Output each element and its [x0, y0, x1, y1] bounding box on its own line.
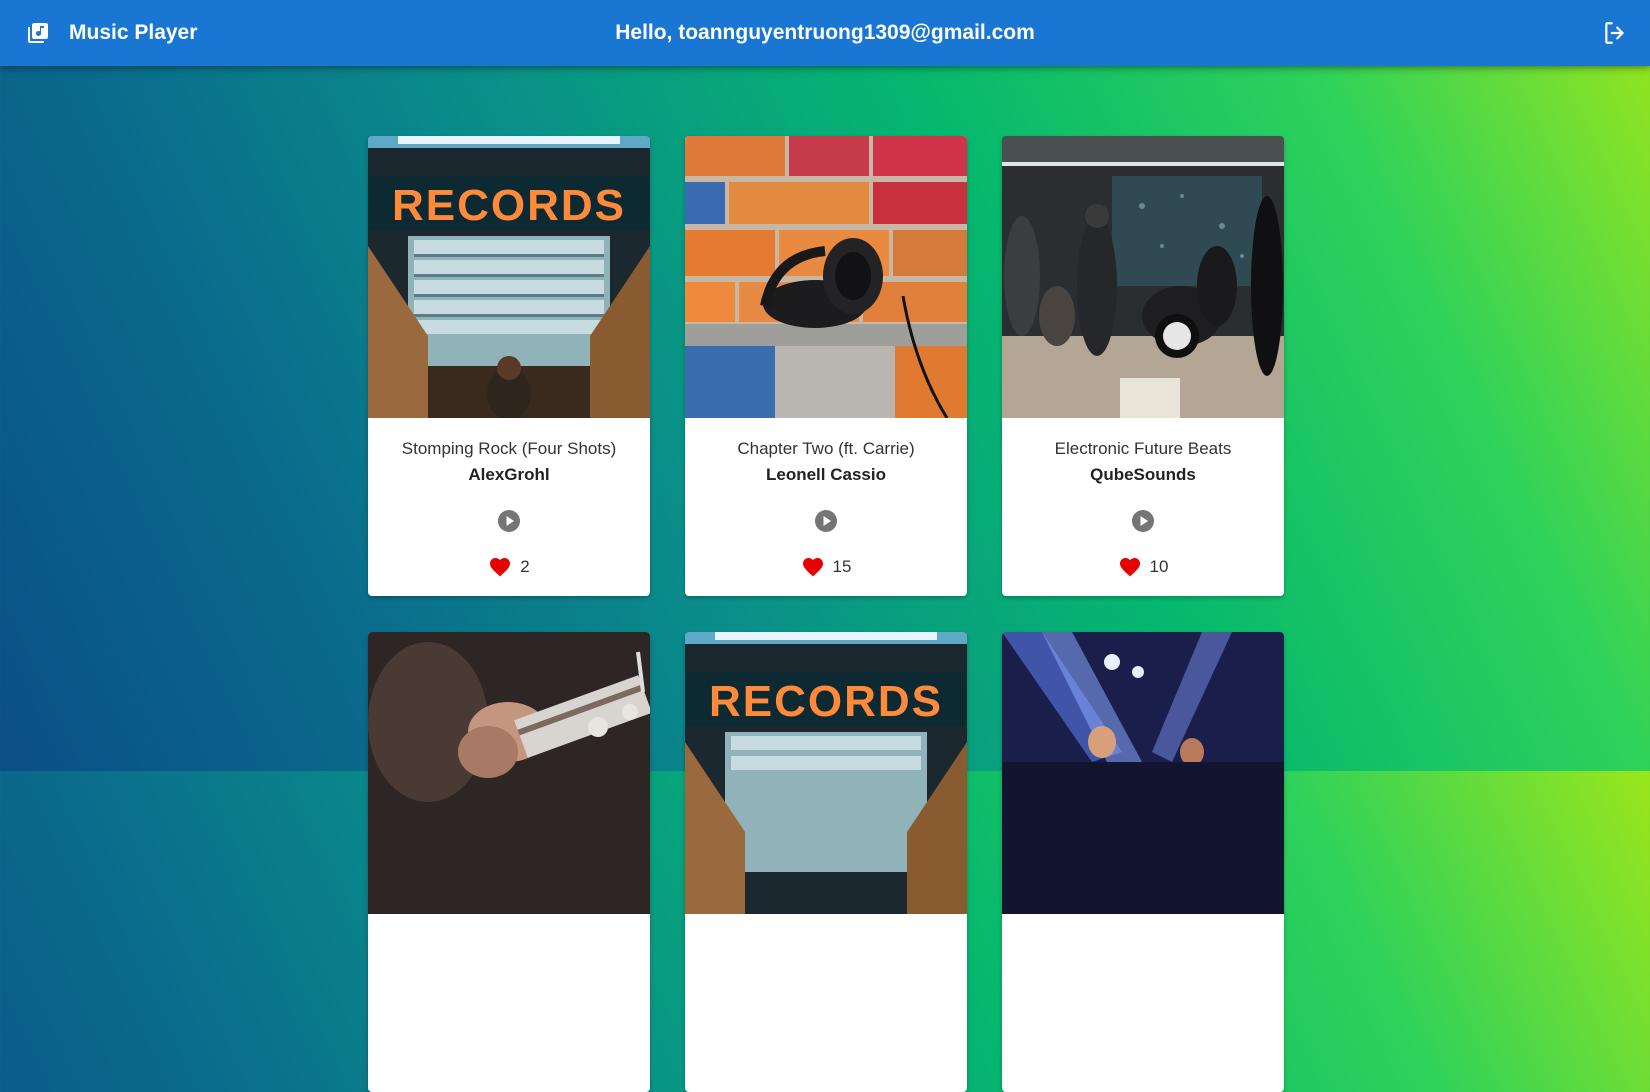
svg-text:RECORDS: RECORDS — [709, 677, 943, 726]
play-circle-icon[interactable] — [1131, 509, 1155, 533]
logout-icon[interactable] — [1602, 20, 1628, 46]
like-row: 2 — [368, 554, 650, 580]
song-card: RECORDS — [685, 632, 967, 1092]
song-cover-image — [685, 136, 967, 418]
like-count: 2 — [520, 557, 530, 576]
song-title: Stomping Rock (Four Shots) — [401, 439, 617, 458]
like-row: 15 — [685, 554, 967, 580]
song-cover-image — [1002, 136, 1284, 418]
song-cover-image: RECORDS — [368, 136, 650, 418]
heart-icon[interactable] — [1118, 555, 1142, 579]
song-card — [368, 632, 650, 1092]
song-title: Electronic Future Beats — [1054, 439, 1232, 458]
song-cover-image — [368, 632, 650, 914]
song-cover-image: RECORDS — [685, 632, 967, 914]
song-card: Electronic Future Beats QubeSounds 10 — [1002, 136, 1284, 596]
heart-icon[interactable] — [801, 555, 825, 579]
song-card: RECORDS Stomping Rock (Four Shots) AlexG… — [368, 136, 650, 596]
like-row: 10 — [1002, 554, 1284, 580]
song-cover-image — [1002, 632, 1284, 914]
user-greeting: Hello, toannguyentruong1309@gmail.com — [615, 21, 1035, 44]
library-music-icon — [28, 23, 48, 43]
svg-text:RECORDS: RECORDS — [392, 181, 626, 230]
play-circle-icon[interactable] — [814, 509, 838, 533]
play-circle-icon[interactable] — [497, 509, 521, 533]
song-artist: Leonell Cassio — [766, 465, 886, 484]
heart-icon[interactable] — [488, 555, 512, 579]
song-artist: QubeSounds — [1090, 465, 1196, 484]
like-count: 15 — [832, 557, 852, 576]
song-artist: AlexGrohl — [468, 465, 550, 484]
app-bar: Music Player Hello, toannguyentruong1309… — [0, 0, 1650, 66]
song-card — [1002, 632, 1284, 1092]
like-count: 10 — [1149, 557, 1169, 576]
app-title: Music Player — [69, 21, 198, 44]
song-card: Chapter Two (ft. Carrie) Leonell Cassio … — [685, 136, 967, 596]
song-title: Chapter Two (ft. Carrie) — [737, 439, 915, 458]
